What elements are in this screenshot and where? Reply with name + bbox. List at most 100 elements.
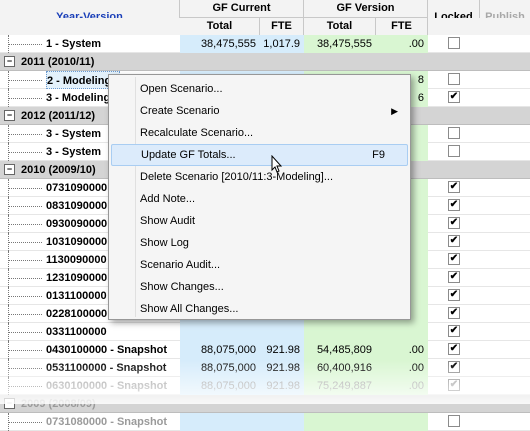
menu-item[interactable]: Show Changes... xyxy=(111,276,408,298)
locked-cell xyxy=(428,71,480,89)
menu-item[interactable]: Add Note... xyxy=(111,188,408,210)
locked-checkbox[interactable] xyxy=(448,415,460,428)
locked-cell: ✔ xyxy=(428,341,480,359)
table-row[interactable]: 0630100000 - Snapshot 88,075,000 921.98 75,… xyxy=(0,377,530,395)
gf-version-total-cell: 38,475,555 xyxy=(304,35,376,53)
locked-cell: ✔ xyxy=(428,359,480,377)
publish-cell xyxy=(480,179,530,197)
table-row[interactable]: 0331100000 ✔ xyxy=(0,323,530,341)
gf-version-fte-cell: .00 xyxy=(376,341,428,359)
locked-checkbox[interactable]: ✔ xyxy=(448,91,460,104)
menu-item[interactable]: Delete Scenario [2010/11:3-Modeling]... xyxy=(111,166,408,188)
publish-cell xyxy=(480,215,530,233)
locked-checkbox[interactable]: ✔ xyxy=(448,271,460,284)
publish-cell xyxy=(480,251,530,269)
locked-checkbox[interactable]: ✔ xyxy=(448,253,460,266)
group-row[interactable]: −2011 (2010/11) xyxy=(0,53,530,71)
locked-cell: ✔ xyxy=(428,305,480,323)
collapse-icon[interactable]: − xyxy=(4,55,15,67)
publish-cell xyxy=(480,359,530,377)
locked-checkbox[interactable]: ✔ xyxy=(448,181,460,194)
locked-checkbox[interactable]: ✔ xyxy=(448,289,460,302)
gf-current-fte-cell: 1,017.9 xyxy=(260,35,304,53)
group-label: 2011 (2010/11) xyxy=(21,56,95,68)
gf-current-fte-header[interactable]: FTE xyxy=(260,18,304,36)
grid-header-row-2: Total FTE Total FTE xyxy=(0,18,530,36)
gf-current-fte-cell: 921.98 xyxy=(260,359,304,377)
publish-cell xyxy=(480,143,530,161)
collapse-icon[interactable]: − xyxy=(4,109,15,121)
locked-checkbox[interactable]: ✔ xyxy=(448,343,460,356)
group-row[interactable]: −2009 (2008/09) xyxy=(0,395,530,413)
locked-checkbox[interactable]: ✔ xyxy=(448,379,460,392)
menu-item-label: Show All Changes... xyxy=(140,303,239,315)
menu-item[interactable]: Scenario Audit... xyxy=(111,254,408,276)
grid-header-row-1: Year-Version GF Current GF Version Locke… xyxy=(0,0,530,35)
gf-version-fte-cell: .00 xyxy=(376,377,428,395)
gf-version-fte-cell: .00 xyxy=(376,35,428,53)
group-label: 2012 (2011/12) xyxy=(21,110,96,122)
locked-cell: ✔ xyxy=(428,323,480,341)
table-row[interactable]: 1 - System 38,475,555 1,017.9 38,475,555.00 xyxy=(0,35,530,53)
scenario-name-cell: 1 - System xyxy=(46,38,102,50)
gf-current-fte-cell: 921.98 xyxy=(260,341,304,359)
menu-item[interactable]: Recalculate Scenario... xyxy=(111,122,408,144)
publish-cell xyxy=(480,287,530,305)
gf-version-fte-cell xyxy=(376,323,428,341)
gf-version-header: GF Version xyxy=(304,0,428,18)
tree-branch xyxy=(8,80,42,81)
locked-cell: ✔ xyxy=(428,377,480,395)
locked-checkbox[interactable]: ✔ xyxy=(448,325,460,338)
publish-cell xyxy=(480,233,530,251)
locked-checkbox[interactable]: ✔ xyxy=(448,199,460,212)
scenario-name-cell: 0531100000 - Snapshot xyxy=(46,362,167,374)
locked-cell: ✔ xyxy=(428,197,480,215)
publish-cell xyxy=(480,89,530,107)
menu-item[interactable]: Update GF Totals... F9 xyxy=(111,144,408,166)
gf-current-total-header[interactable]: Total xyxy=(180,18,260,36)
locked-checkbox[interactable] xyxy=(448,145,460,158)
gf-current-total-cell xyxy=(180,323,260,341)
mouse-cursor-icon xyxy=(271,155,283,173)
locked-checkbox[interactable] xyxy=(448,127,460,140)
table-row[interactable]: 0531100000 - Snapshot 88,075,000 921.98 60,… xyxy=(0,359,530,377)
menu-item-label: Scenario Audit... xyxy=(140,259,221,271)
locked-checkbox[interactable] xyxy=(448,73,460,86)
table-row[interactable]: 0731080000 - Snapshot xyxy=(0,413,530,431)
group-label: 2010 (2009/10) xyxy=(21,164,96,176)
gf-version-total-cell: 60,400,916 xyxy=(304,359,376,377)
gf-version-total-header[interactable]: Total xyxy=(304,18,376,36)
locked-checkbox[interactable]: ✔ xyxy=(448,361,460,374)
gf-current-fte-cell xyxy=(260,413,304,431)
gf-current-total-cell: 88,075,000 xyxy=(180,341,260,359)
gf-version-fte-header[interactable]: FTE xyxy=(376,18,428,36)
menu-item[interactable]: Create Scenario ▶ xyxy=(111,100,408,122)
publish-cell xyxy=(480,197,530,215)
locked-checkbox[interactable] xyxy=(448,37,460,50)
publish-cell xyxy=(480,341,530,359)
locked-cell xyxy=(428,35,480,53)
collapse-icon[interactable]: − xyxy=(4,163,15,175)
scenario-name-cell: 0331100000 xyxy=(46,326,107,338)
gf-current-total-cell xyxy=(180,413,260,431)
locked-checkbox[interactable]: ✔ xyxy=(448,235,460,248)
menu-item[interactable]: Show All Changes... xyxy=(111,298,408,320)
publish-cell xyxy=(480,377,530,395)
locked-checkbox[interactable]: ✔ xyxy=(448,217,460,230)
menu-item[interactable]: Show Audit xyxy=(111,210,408,232)
locked-checkbox[interactable]: ✔ xyxy=(448,307,460,320)
menu-item[interactable]: Show Log xyxy=(111,232,408,254)
collapse-icon[interactable]: − xyxy=(4,397,15,409)
gf-current-total-cell: 88,075,000 xyxy=(180,359,260,377)
menu-item-label: Show Log xyxy=(140,237,189,249)
menu-item-label: Add Note... xyxy=(140,193,196,205)
scenario-name-cell: 0731080000 - Snapshot xyxy=(46,416,168,428)
locked-cell: ✔ xyxy=(428,89,480,107)
locked-cell: ✔ xyxy=(428,287,480,305)
menu-item-label: Open Scenario... xyxy=(140,83,223,95)
menu-item[interactable]: Open Scenario... xyxy=(111,78,408,100)
menu-item-label: Create Scenario xyxy=(140,105,220,117)
table-row[interactable]: 0430100000 - Snapshot 88,075,000 921.98 54,… xyxy=(0,341,530,359)
scenario-name-cell: 0430100000 - Snapshot xyxy=(46,344,168,356)
gf-current-total-cell: 38,475,555 xyxy=(180,35,260,53)
